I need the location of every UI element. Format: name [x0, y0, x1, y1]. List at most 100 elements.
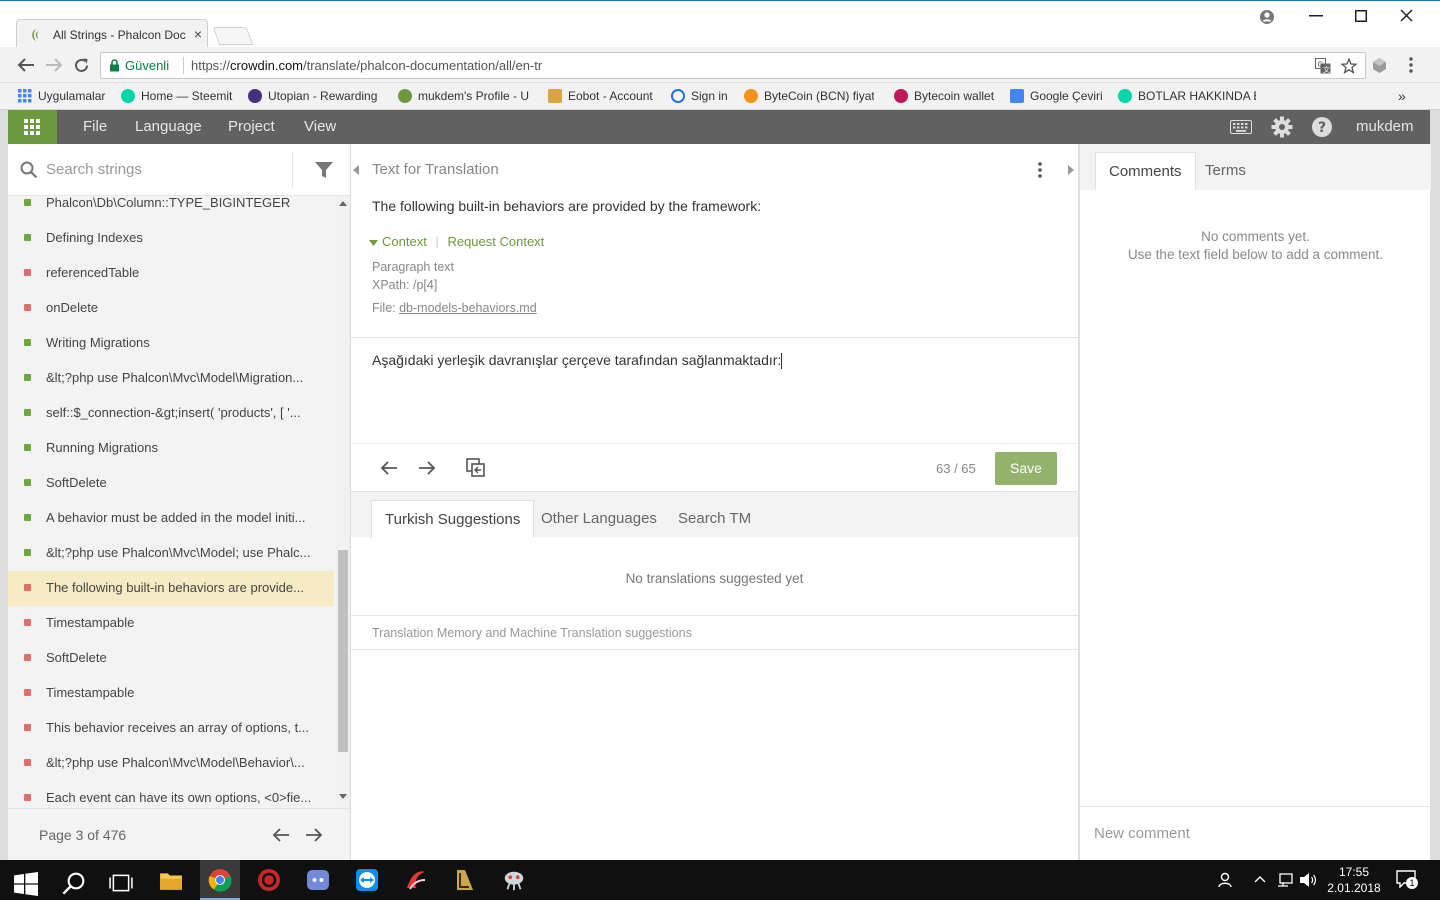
- tab-other-languages[interactable]: Other Languages: [528, 500, 670, 538]
- menu-view[interactable]: View: [304, 118, 336, 135]
- bookmarks-overflow-button[interactable]: »: [1398, 87, 1406, 105]
- action-center-button[interactable]: 1: [1396, 870, 1418, 890]
- profile-icon[interactable]: [1259, 9, 1275, 25]
- tab-close-icon[interactable]: ×: [191, 27, 205, 41]
- bookmark-utopian[interactable]: Utopian - Rewarding: [248, 87, 388, 105]
- caret-down-icon[interactable]: [369, 239, 378, 246]
- bookmark-eobot[interactable]: Eobot - Account: [548, 87, 653, 105]
- string-list-item[interactable]: This behavior receives an array of optio…: [8, 711, 334, 746]
- help-icon[interactable]: ?: [1311, 116, 1333, 138]
- page-indicator: Page 3 of 476: [39, 827, 127, 843]
- more-options-icon[interactable]: [1038, 162, 1042, 178]
- task-view-icon[interactable]: [109, 871, 133, 895]
- string-list-item[interactable]: Writing Migrations: [8, 326, 334, 361]
- translation-status-icon: [24, 689, 31, 696]
- string-list-item[interactable]: A behavior must be added in the model in…: [8, 501, 334, 536]
- string-list-item[interactable]: &lt;?php use Phalcon\Mvc\Model\Migration…: [8, 361, 334, 396]
- volume-icon[interactable]: [1299, 872, 1317, 888]
- prev-page-icon[interactable]: [272, 827, 290, 843]
- bookmark-sign-in[interactable]: Sign in: [671, 87, 728, 105]
- bookmark-steemit[interactable]: Home — Steemit: [121, 87, 232, 105]
- tab-search-tm[interactable]: Search TM: [665, 500, 764, 538]
- save-button[interactable]: Save: [995, 452, 1057, 485]
- window-close-icon[interactable]: [1400, 9, 1413, 22]
- network-icon[interactable]: [1276, 872, 1294, 888]
- string-list-item[interactable]: Timestampable: [8, 676, 334, 711]
- windows-start-icon[interactable]: [14, 872, 38, 896]
- minimize-icon[interactable]: [1309, 15, 1323, 17]
- string-list-item[interactable]: SoftDelete: [8, 641, 334, 676]
- scroll-up-icon[interactable]: [339, 200, 347, 206]
- string-list-item[interactable]: Running Migrations: [8, 431, 334, 466]
- tab-terms[interactable]: Terms: [1192, 152, 1259, 190]
- extension-icon[interactable]: [1371, 57, 1388, 74]
- tab-turkish-suggestions[interactable]: Turkish Suggestions: [371, 500, 535, 538]
- next-page-icon[interactable]: [305, 827, 323, 843]
- copy-source-icon[interactable]: [466, 458, 486, 478]
- forward-icon[interactable]: [45, 57, 63, 73]
- file-link[interactable]: db-models-behaviors.md: [399, 301, 537, 315]
- reload-icon[interactable]: [73, 57, 90, 74]
- context-toggle[interactable]: Context: [382, 234, 427, 249]
- string-list-item[interactable]: Timestampable: [8, 606, 334, 641]
- app-red-swirl-icon[interactable]: [404, 868, 428, 892]
- next-string-icon[interactable]: [418, 460, 436, 476]
- back-icon[interactable]: [17, 57, 35, 73]
- string-list-item[interactable]: onDelete: [8, 291, 334, 326]
- address-bar[interactable]: Güvenli https://crowdin.com/translate/ph…: [100, 52, 1366, 79]
- menu-project[interactable]: Project: [228, 118, 275, 135]
- scrollbar-thumb[interactable]: [338, 550, 348, 752]
- new-tab-button[interactable]: [212, 27, 254, 45]
- strings-panel: Search strings Phalcon\Db\Column::TYPE_B…: [8, 144, 350, 860]
- string-list-item[interactable]: self::$_connection-&gt;insert( 'products…: [8, 396, 334, 431]
- bookmark-crowdin-profile[interactable]: mukdem's Profile - U: [398, 87, 531, 105]
- string-list-item[interactable]: &lt;?php use Phalcon\Mvc\Model; use Phal…: [8, 536, 334, 571]
- bookmark-bytecoin-wallet[interactable]: Bytecoin wallet: [894, 87, 994, 105]
- league-launcher-icon[interactable]: [453, 868, 477, 892]
- string-list-item[interactable]: The following built-in behaviors are pro…: [8, 571, 334, 606]
- discord-icon[interactable]: [306, 868, 330, 892]
- bookmark-apps[interactable]: Uygulamalar: [18, 87, 105, 105]
- taskbar-search-icon[interactable]: [62, 871, 86, 895]
- string-list-item[interactable]: referencedTable: [8, 256, 334, 291]
- menu-file[interactable]: File: [83, 118, 107, 135]
- string-list-item[interactable]: Defining Indexes: [8, 221, 334, 256]
- tray-expand-icon[interactable]: [1254, 875, 1266, 883]
- maximize-icon[interactable]: [1355, 10, 1367, 22]
- browser-tab[interactable]: All Strings - Phalcon Doc ×: [16, 19, 208, 49]
- settings-gear-icon[interactable]: [1271, 116, 1293, 138]
- translate-icon[interactable]: G文: [1315, 58, 1331, 74]
- string-list-item[interactable]: SoftDelete: [8, 466, 334, 501]
- app-red-icon[interactable]: [257, 868, 281, 892]
- scroll-down-icon[interactable]: [339, 794, 347, 800]
- translation-status-icon: [24, 794, 31, 801]
- string-list-item[interactable]: &lt;?php use Phalcon\Mvc\Model\Behavior\…: [8, 746, 334, 781]
- taskbar-chrome-active[interactable]: [200, 860, 240, 900]
- string-list-item[interactable]: Each event can have its own options, <0>…: [8, 781, 334, 808]
- system-clock[interactable]: 17:55 2.01.2018: [1322, 864, 1386, 896]
- string-list-item[interactable]: Phalcon\Db\Column::TYPE_BIGINTEGER: [8, 196, 334, 221]
- bookmark-star-icon[interactable]: [1341, 58, 1357, 74]
- tab-comments[interactable]: Comments: [1095, 152, 1196, 190]
- request-context-link[interactable]: Request Context: [447, 234, 544, 249]
- search-input[interactable]: Search strings: [46, 161, 142, 178]
- translation-textarea[interactable]: Aşağıdaki yerleşik davranışlar çerçeve t…: [351, 337, 1078, 443]
- user-menu[interactable]: mukdem: [1356, 118, 1414, 135]
- bytecoin-icon: [894, 89, 908, 103]
- bookmark-botlar[interactable]: BOTLAR HAKKINDA E: [1118, 87, 1256, 105]
- tm-suggestions-section[interactable]: Translation Memory and Machine Translati…: [351, 615, 1078, 650]
- new-comment-field[interactable]: New comment: [1080, 806, 1431, 860]
- browser-menu-icon[interactable]: [1409, 57, 1413, 73]
- people-icon[interactable]: [1216, 872, 1232, 888]
- bookmark-bytecoin-price[interactable]: ByteCoin (BCN) fiyatı: [744, 87, 874, 105]
- bookmark-google-translate[interactable]: Google Çeviri: [1010, 87, 1103, 105]
- menu-language[interactable]: Language: [135, 118, 202, 135]
- app-creature-icon[interactable]: [502, 868, 526, 892]
- file-explorer-icon[interactable]: [159, 869, 183, 893]
- teamviewer-icon[interactable]: [355, 868, 379, 892]
- chrome-icon: [208, 869, 232, 892]
- filter-icon[interactable]: [314, 160, 334, 180]
- prev-string-icon[interactable]: [380, 460, 398, 476]
- apps-menu-button[interactable]: [8, 110, 57, 144]
- keyboard-icon[interactable]: [1230, 120, 1252, 134]
